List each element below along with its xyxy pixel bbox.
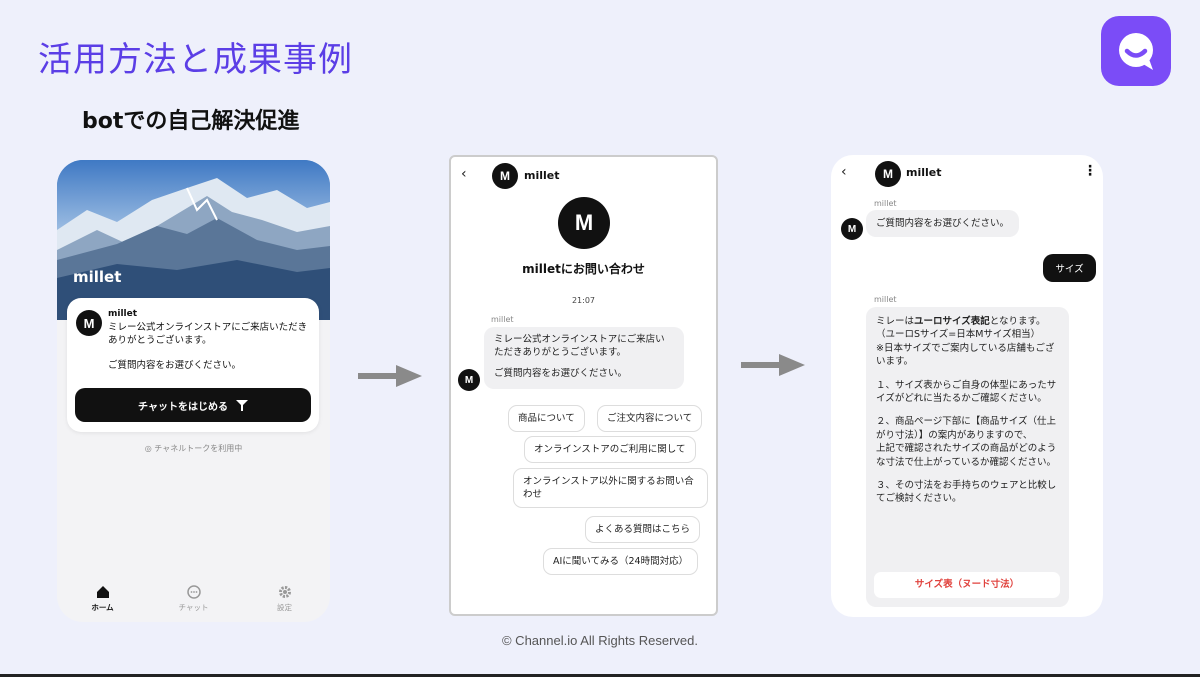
arrow-right-icon (741, 354, 805, 376)
more-menu-icon[interactable]: ⋮ (1083, 163, 1097, 179)
option-orders[interactable]: ご注文内容について (597, 405, 703, 432)
option-products[interactable]: 商品について (508, 405, 585, 432)
millet-avatar: M (458, 369, 480, 391)
arrow-right-icon (358, 365, 422, 387)
tab-settings[interactable]: 設定 (250, 580, 320, 622)
welcome-card: M millet ミレー公式オンラインストアにご来店いただきありがとうございます… (67, 298, 319, 432)
answer-intro-bold: ユーロサイズ表記 (914, 316, 990, 327)
option-faq[interactable]: よくある質問はこちら (585, 516, 701, 543)
message-time: 21:07 (571, 296, 596, 305)
chat-header-name: millet (906, 166, 942, 179)
bot-name: millet (108, 309, 138, 319)
chat-header: ‹ M millet ⋮ (831, 155, 1103, 193)
millet-avatar: M (841, 218, 863, 240)
tab-chat[interactable]: チャット (159, 580, 229, 622)
answer-step3: ３、その寸法をお手持ちのウェアと比較してご検討ください。 (876, 480, 1057, 505)
user-reply-bubble: サイズ (1043, 254, 1096, 282)
welcome-message: ミレー公式オンラインストアにご来店いただきありがとうございます。 (494, 334, 665, 358)
channel-small-icon: ◎ (144, 444, 155, 453)
millet-avatar: M (875, 161, 901, 187)
answer-intro: ミレーは (876, 316, 915, 327)
prompt-message: ご質問内容をお選びください。 (108, 360, 242, 371)
answer-step1: １、サイズ表からご自身の体型にあったサイズがどれに当たるかご確認ください。 (876, 379, 1057, 405)
answer-step2b: 上記で確認されたサイズの商品がどのような寸法で仕上がっているか確認ください。 (876, 443, 1057, 468)
bottom-tab-bar: ホーム チャット 設定 (57, 580, 330, 622)
gear-icon (278, 586, 291, 598)
millet-avatar: M (492, 163, 518, 189)
back-chevron-icon[interactable]: ‹ (841, 164, 847, 180)
hero-brand-name: millet (73, 268, 122, 286)
phone-chat-options-screen: ‹ M millet M milletにお問い合わせ 21:07 millet … (449, 155, 718, 616)
home-icon (96, 586, 109, 598)
option-online-store[interactable]: オンラインストアのご利用に関して (524, 436, 696, 463)
powered-by-text: ◎ チャネルトークを利用中 (144, 444, 243, 453)
start-chat-label: チャットをはじめる (138, 401, 228, 413)
millet-avatar: M (76, 310, 102, 336)
option-other-inquiry[interactable]: オンラインストア以外に関するお問い合わせ (513, 468, 708, 508)
channel-talk-logo-icon (1101, 16, 1171, 86)
bot-message-bubble: ミレー公式オンラインストアにご来店いただきありがとうございます。 ご質問内容をお… (484, 327, 684, 389)
start-chat-button[interactable]: チャットをはじめる (75, 388, 311, 422)
prompt-message: ご質問内容をお選びください。 (494, 368, 628, 379)
sender-name: millet (874, 199, 897, 208)
welcome-message: ミレー公式オンラインストアにご来店いただきありがとうございます。 (108, 322, 308, 346)
chat-icon (186, 585, 201, 599)
millet-large-logo: M (558, 197, 610, 249)
sender-name: millet (491, 315, 514, 324)
contact-title: milletにお問い合わせ (522, 262, 645, 276)
slide-title: 活用方法と成果事例 (38, 40, 353, 80)
footer-copyright: © Channel.io All Rights Reserved. (501, 633, 698, 648)
hero-mountain-image: millet (57, 160, 330, 320)
sender-name: millet (874, 295, 897, 304)
size-answer-bubble: ミレーはユーロサイズ表記となります。 （ユーロSサイズ=日本Mサイズ相当） ※日… (866, 307, 1069, 607)
phone-home-screen: millet M millet ミレー公式オンラインストアにご来店いただきありが… (57, 160, 330, 622)
tab-home[interactable]: ホーム (68, 580, 138, 622)
answer-step2: ２、商品ページ下部に【商品サイズ（仕上がり寸法）】の案内がありますので、 (876, 416, 1057, 441)
back-chevron-icon[interactable]: ‹ (461, 166, 467, 182)
answer-intro-tail: となります。 (989, 316, 1046, 327)
bot-message-bubble: ご質問内容をお選びください。 (866, 210, 1020, 237)
chat-header: ‹ M millet (451, 157, 716, 195)
send-icon (235, 400, 248, 411)
phone-answer-screen: ‹ M millet ⋮ millet M ご質問内容をお選びください。 サイズ… (831, 155, 1103, 617)
slide-subtitle: botでの自己解決促進 (82, 109, 300, 134)
chat-header-name: millet (524, 169, 560, 182)
option-ask-ai[interactable]: AIに聞いてみる（24時間対応） (543, 548, 699, 575)
answer-note1: （ユーロSサイズ=日本Mサイズ相当） (876, 329, 1041, 341)
size-chart-button[interactable]: サイズ表（ヌード寸法） (874, 572, 1060, 598)
answer-note2: ※日本サイズでご案内している店舗もございます。 (876, 342, 1055, 368)
